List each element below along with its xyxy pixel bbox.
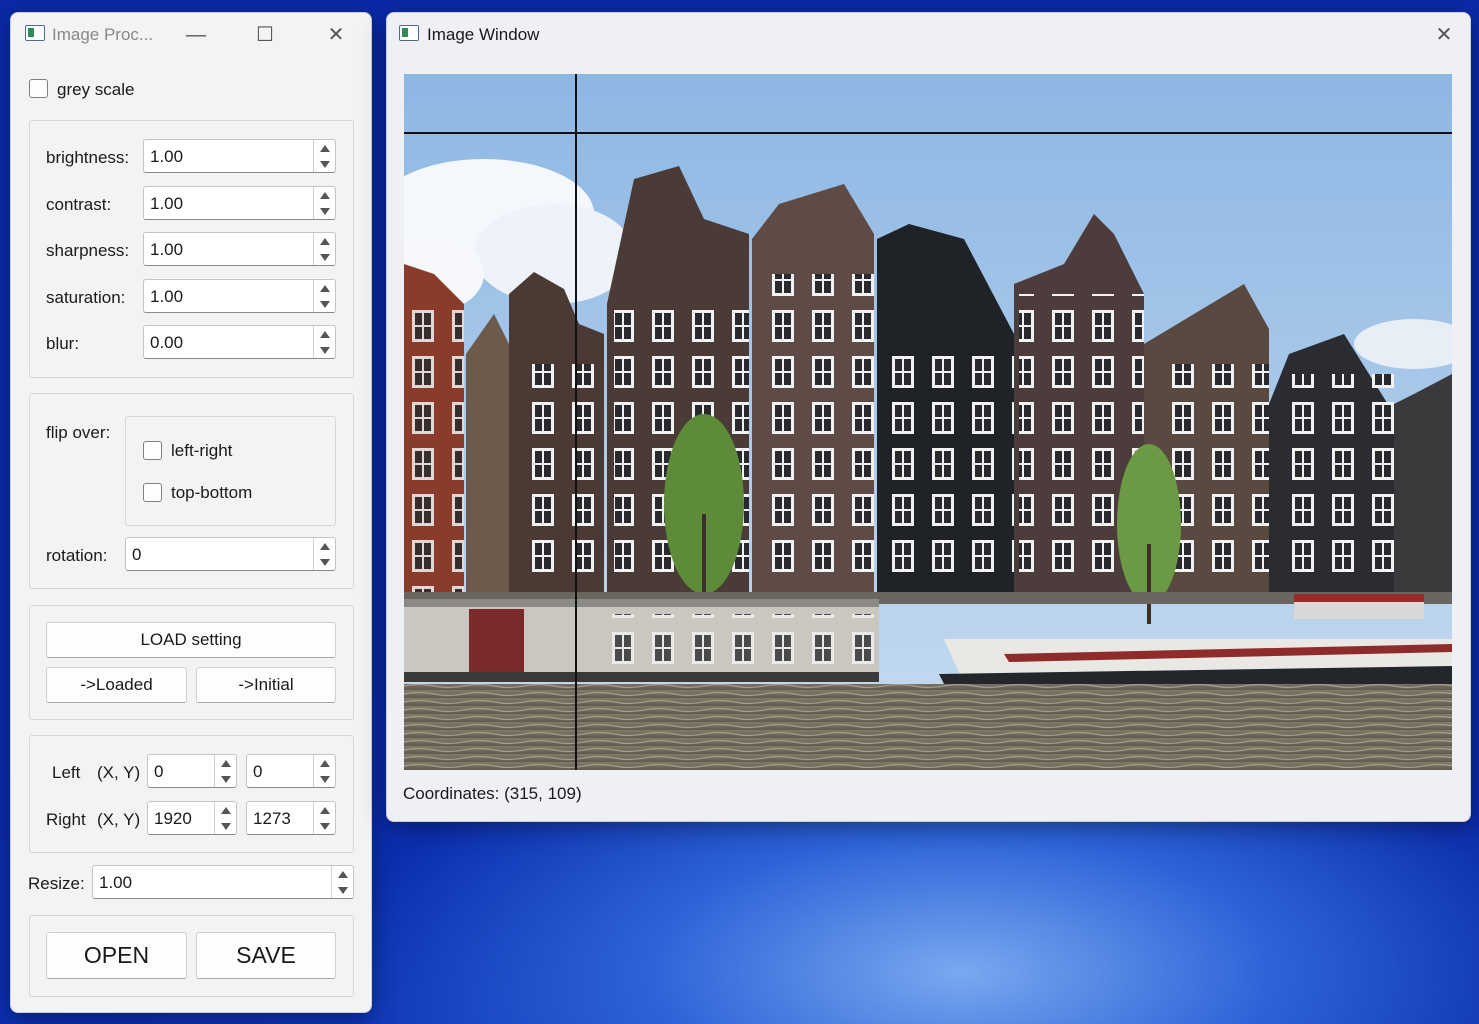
spin-up-icon[interactable] [215, 755, 236, 771]
app-window-icon [25, 25, 45, 41]
grey-scale-label: grey scale [57, 80, 135, 99]
right-y-spinbox[interactable]: 1273 [246, 801, 336, 835]
contrast-value: 1.00 [150, 194, 184, 213]
spin-up-icon[interactable] [314, 233, 335, 249]
crosshair-vertical [575, 74, 577, 770]
file-actions-group: OPEN SAVE [29, 915, 354, 997]
resize-label: Resize: [28, 874, 85, 893]
rotation-value: 0 [132, 545, 142, 564]
rotation-label: rotation: [46, 546, 108, 565]
minimize-icon[interactable]: — [186, 25, 206, 45]
left-right-label: left-right [171, 441, 233, 460]
saturation-label: saturation: [46, 288, 126, 307]
spin-down-icon[interactable] [314, 342, 335, 358]
coordinates-readout: Coordinates: (315, 109) [403, 784, 582, 803]
flip-over-label: flip over: [46, 423, 111, 442]
sharpness-spinbox[interactable]: 1.00 [143, 232, 336, 266]
spin-down-icon[interactable] [314, 771, 335, 787]
left-xy-label: (X, Y) [97, 763, 141, 782]
open-button[interactable]: OPEN [46, 932, 187, 979]
brightness-label: brightness: [46, 148, 130, 167]
spin-up-icon[interactable] [314, 140, 335, 156]
loaded-button[interactable]: ->Loaded [46, 667, 187, 703]
spin-up-icon[interactable] [314, 755, 335, 771]
image-processing-window: Image Proc... — ☐ ✕ grey scale brightnes… [10, 12, 372, 1013]
spin-down-icon[interactable] [314, 296, 335, 312]
brightness-spinbox[interactable]: 1.00 [143, 139, 336, 173]
resize-spinbox[interactable]: 1.00 [92, 865, 354, 899]
spin-down-icon[interactable] [314, 249, 335, 265]
spin-down-icon[interactable] [314, 203, 335, 219]
spin-down-icon[interactable] [314, 554, 335, 570]
image-window-title-bar[interactable]: Image Window ✕ [387, 13, 1470, 55]
spin-up-icon[interactable] [314, 538, 335, 554]
blur-spinbox[interactable]: 0.00 [143, 325, 336, 359]
contrast-spinbox[interactable]: 1.00 [143, 186, 336, 220]
settings-group: LOAD setting ->Loaded ->Initial [29, 605, 354, 720]
spin-up-icon[interactable] [215, 802, 236, 818]
left-x-spinbox[interactable]: 0 [147, 754, 237, 788]
app-window-icon [399, 25, 419, 41]
flip-options-box: left-right top-bottom [125, 416, 336, 526]
resize-value: 1.00 [99, 873, 133, 892]
sharpness-label: sharpness: [46, 241, 130, 260]
brightness-value: 1.00 [150, 147, 184, 166]
image-window-title: Image Window [427, 25, 540, 44]
crosshair-horizontal [404, 132, 1452, 134]
top-bottom-label: top-bottom [171, 483, 253, 502]
maximize-icon[interactable]: ☐ [255, 25, 275, 45]
close-icon[interactable]: ✕ [326, 25, 346, 45]
spin-up-icon[interactable] [314, 187, 335, 203]
right-xy-label: (X, Y) [97, 810, 141, 829]
blur-value: 0.00 [150, 333, 184, 352]
contrast-label: contrast: [46, 195, 112, 214]
spin-up-icon[interactable] [332, 866, 353, 882]
spin-up-icon[interactable] [314, 326, 335, 342]
adjustments-group: brightness: 1.00 contrast: 1.00 sharpnes… [29, 120, 354, 378]
spin-down-icon[interactable] [332, 882, 353, 898]
left-y-value: 0 [253, 762, 263, 781]
rotation-spinbox[interactable]: 0 [125, 537, 336, 571]
crop-group: Left (X, Y) 0 0 Right (X, Y) 1920 1273 [29, 735, 354, 853]
right-x-value: 1920 [154, 809, 192, 828]
left-x-value: 0 [154, 762, 164, 781]
blur-label: blur: [46, 334, 80, 353]
saturation-value: 1.00 [150, 287, 184, 306]
title-bar[interactable]: Image Proc... — ☐ ✕ [11, 13, 371, 55]
save-button[interactable]: SAVE [196, 932, 336, 979]
spin-down-icon[interactable] [314, 156, 335, 172]
image-window: Image Window ✕ Coordinates: (315, 109) [386, 12, 1471, 822]
right-label: Right [46, 810, 86, 829]
initial-button[interactable]: ->Initial [196, 667, 336, 703]
top-bottom-checkbox[interactable] [143, 483, 162, 502]
saturation-spinbox[interactable]: 1.00 [143, 279, 336, 313]
left-right-checkbox[interactable] [143, 441, 162, 460]
spin-up-icon[interactable] [314, 802, 335, 818]
grey-scale-checkbox[interactable] [29, 79, 48, 98]
load-setting-button[interactable]: LOAD setting [46, 622, 336, 658]
spin-down-icon[interactable] [215, 818, 236, 834]
right-y-value: 1273 [253, 809, 291, 828]
left-label: Left [52, 763, 81, 782]
spin-down-icon[interactable] [215, 771, 236, 787]
window-title: Image Proc... [52, 25, 154, 44]
spin-down-icon[interactable] [314, 818, 335, 834]
close-icon[interactable]: ✕ [1434, 25, 1454, 45]
sharpness-value: 1.00 [150, 240, 184, 259]
right-x-spinbox[interactable]: 1920 [147, 801, 237, 835]
amsterdam-canal-houses-photo[interactable] [404, 74, 1452, 770]
spin-up-icon[interactable] [314, 280, 335, 296]
flip-rotation-group: flip over: left-right top-bottom rotatio… [29, 393, 354, 589]
left-y-spinbox[interactable]: 0 [246, 754, 336, 788]
